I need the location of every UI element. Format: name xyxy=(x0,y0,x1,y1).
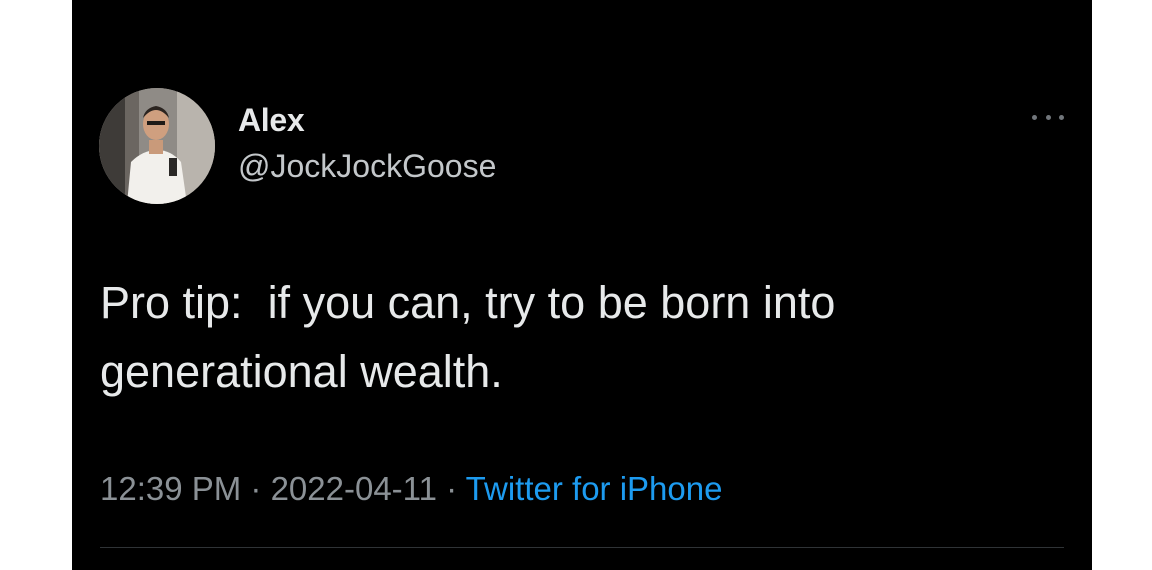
tweet-meta: 12:39 PM · 2022-04-11 · Twitter for iPho… xyxy=(100,470,722,508)
author-display-name[interactable]: Alex xyxy=(238,102,305,139)
tweet-time[interactable]: 12:39 PM xyxy=(100,470,241,507)
avatar[interactable] xyxy=(99,88,215,204)
divider xyxy=(100,547,1064,548)
meta-separator: · xyxy=(436,470,466,507)
more-dot xyxy=(1059,114,1064,120)
profile-photo-icon xyxy=(99,88,215,204)
more-dot xyxy=(1032,114,1037,120)
tweet-text: Pro tip: if you can, try to be born into… xyxy=(100,277,836,397)
tweet-card: Alex @JockJockGoose Pro tip: if you can,… xyxy=(72,0,1092,570)
meta-separator: · xyxy=(241,470,271,507)
author-handle[interactable]: @JockJockGoose xyxy=(238,148,496,185)
more-options-icon[interactable] xyxy=(1028,102,1068,132)
tweet-date[interactable]: 2022-04-11 xyxy=(271,470,437,507)
tweet-source-link[interactable]: Twitter for iPhone xyxy=(466,470,723,507)
more-dot xyxy=(1045,114,1051,120)
